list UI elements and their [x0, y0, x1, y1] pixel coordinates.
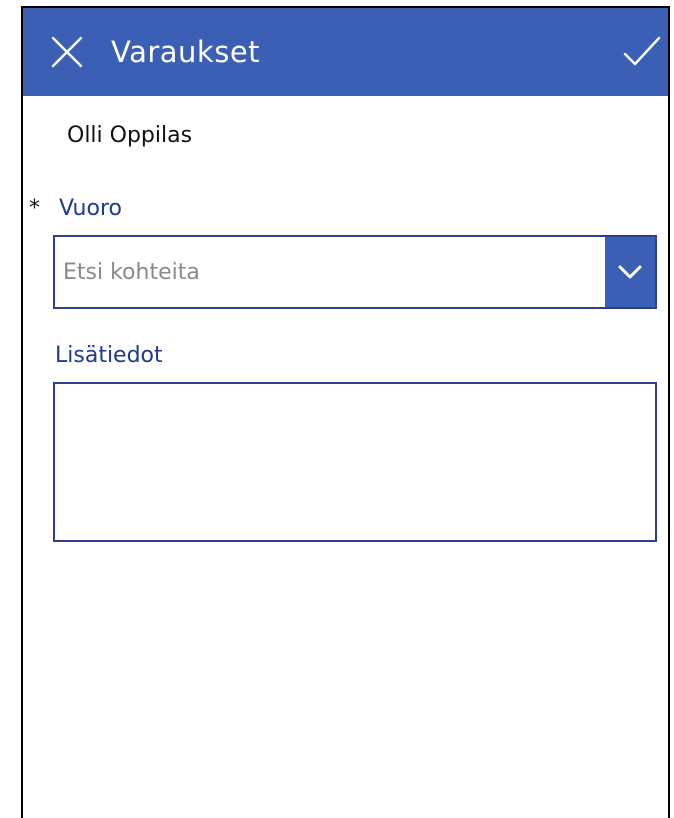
vuoro-label: Vuoro	[59, 196, 122, 221]
user-name: Olli Oppilas	[67, 123, 193, 148]
submit-button[interactable]	[621, 32, 663, 72]
page-title: Varaukset	[111, 35, 261, 69]
vuoro-search-input[interactable]	[63, 237, 603, 307]
required-marker: *	[29, 196, 40, 221]
vuoro-combobox	[53, 235, 657, 309]
close-icon	[51, 36, 83, 68]
vuoro-dropdown-button[interactable]	[605, 237, 655, 307]
app-screen: Varaukset Olli Oppilas * Vuoro Lisätiedo…	[21, 6, 670, 818]
chevron-down-icon	[618, 265, 642, 279]
checkmark-icon	[623, 36, 661, 66]
header-bar: Varaukset	[23, 8, 668, 96]
close-button[interactable]	[47, 32, 87, 72]
lisatiedot-textarea[interactable]	[53, 382, 657, 542]
lisatiedot-label: Lisätiedot	[55, 343, 163, 368]
